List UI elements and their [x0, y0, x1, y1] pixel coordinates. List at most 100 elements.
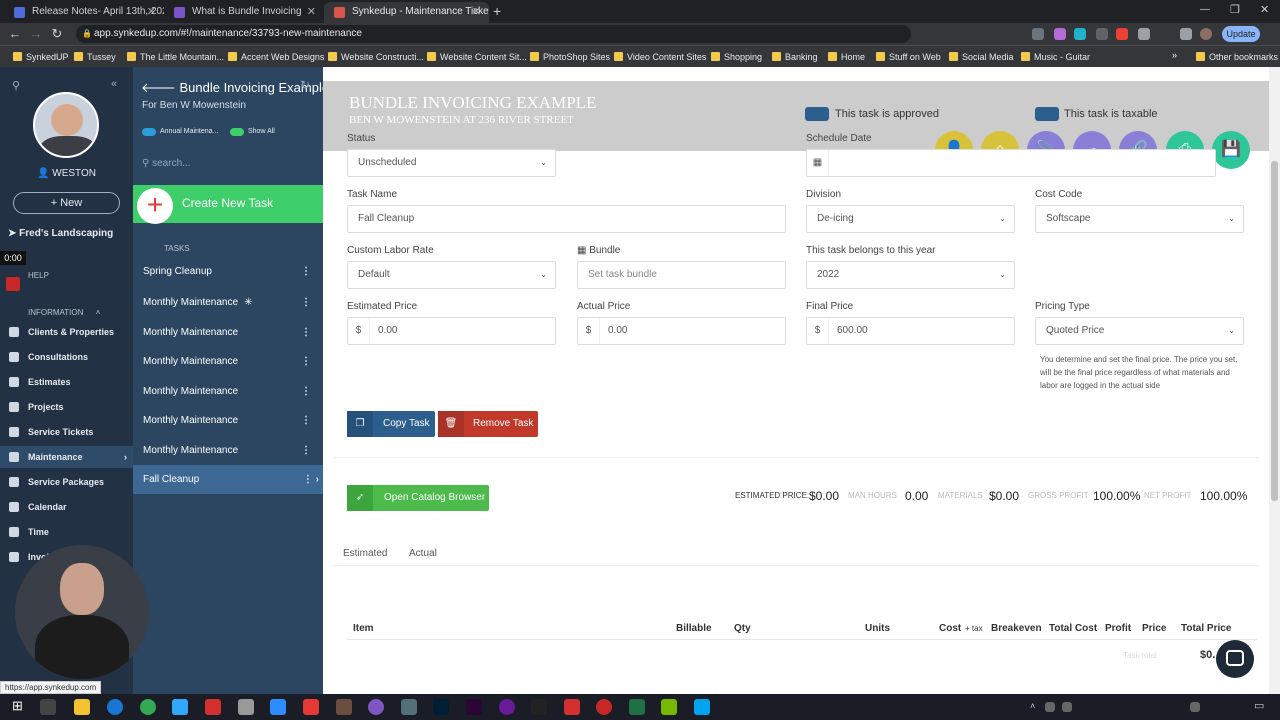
labor-rate-select[interactable]: Default ⌄ — [347, 261, 556, 289]
back-icon[interactable]: ← — [6, 25, 24, 43]
search-icon[interactable]: ⚲ — [12, 79, 20, 92]
lightroom-icon[interactable] — [172, 699, 188, 715]
remove-task-button[interactable]: 🗑 Remove Task — [438, 411, 538, 437]
task-menu-icon[interactable]: ⋮ — [301, 436, 311, 465]
bookmark-item[interactable]: Music - Guitar — [1021, 50, 1090, 64]
task-menu-icon[interactable]: ⋮ — [301, 257, 311, 286]
sidebar-item-service-packages[interactable]: Service Packages — [0, 471, 133, 493]
chat-button[interactable] — [1216, 640, 1254, 678]
approved-toggle[interactable] — [805, 107, 829, 121]
cost-code-select[interactable]: Softscape ⌄ — [1035, 205, 1244, 233]
bookmark-item[interactable]: Tussey — [74, 50, 116, 64]
task-menu-icon[interactable]: ⋮ — [301, 377, 311, 406]
sidebar-item-calendar[interactable]: Calendar — [0, 496, 133, 518]
actual-price-input[interactable]: $0.00 — [577, 317, 786, 345]
company-link[interactable]: ➤ Fred's Landscaping — [8, 228, 113, 239]
task-menu-icon[interactable]: ⋮ — [301, 288, 311, 317]
app-icon[interactable] — [205, 699, 221, 715]
update-button[interactable]: Update — [1222, 26, 1260, 42]
new-tab-button[interactable]: + — [493, 3, 501, 19]
information-heading[interactable]: INFORMATION ˄ — [28, 308, 100, 317]
app-icon[interactable] — [238, 699, 254, 715]
sidepanel-icon[interactable] — [1180, 28, 1192, 40]
open-catalog-button[interactable]: ➶ Open Catalog Browser — [347, 485, 489, 511]
scrollbar-thumb[interactable] — [1271, 161, 1278, 501]
tab-estimated[interactable]: Estimated — [343, 548, 387, 559]
tray-icon[interactable] — [1045, 702, 1055, 712]
minimize-icon[interactable]: — — [1200, 4, 1210, 15]
forward-icon[interactable]: → — [27, 25, 45, 43]
notification-icon[interactable]: ▭ — [1254, 699, 1264, 712]
year-select[interactable]: 2022 ⌄ — [806, 261, 1015, 289]
help-heading[interactable]: HELP — [28, 271, 49, 280]
status-select[interactable]: Unscheduled ⌄ — [347, 149, 556, 177]
tab-actual[interactable]: Actual — [409, 548, 437, 559]
save-button[interactable]: 💾 — [1212, 131, 1250, 169]
bookmark-item[interactable]: Social Media — [949, 50, 1014, 64]
task-item[interactable]: Monthly Maintenance ⋮ — [133, 377, 323, 406]
close-window-icon[interactable]: ✕ — [1260, 3, 1269, 16]
bookmark-item[interactable]: Shopping — [711, 50, 762, 64]
bookmark-item[interactable]: SynkedUP — [13, 50, 69, 64]
bookmark-item[interactable]: Website Constructi... — [328, 50, 424, 64]
puzzle-icon[interactable] — [1138, 28, 1150, 40]
file-explorer-icon[interactable] — [74, 699, 90, 715]
timer-stop-icon[interactable] — [6, 277, 20, 291]
new-button[interactable]: + New — [13, 192, 120, 214]
task-item[interactable]: Monthly Maintenance ⋮ — [133, 406, 323, 435]
task-item[interactable]: Monthly Maintenance ✳ ⋮ — [133, 288, 323, 317]
task-menu-icon[interactable]: ⋮ — [301, 406, 311, 435]
pricing-type-select[interactable]: Quoted Price ⌄ — [1035, 317, 1244, 345]
tray-chevron-icon[interactable]: ˄ — [1030, 701, 1035, 711]
powerpoint-icon[interactable] — [596, 699, 612, 715]
bundle-input[interactable]: Set task bundle — [577, 261, 786, 289]
premiere-icon[interactable] — [466, 699, 482, 715]
tab-close-icon[interactable]: ✕ — [307, 2, 316, 22]
chrome-icon[interactable] — [107, 699, 123, 715]
tab-close-icon[interactable]: ✕ — [147, 2, 156, 22]
taxable-toggle[interactable] — [1035, 107, 1059, 121]
task-menu-icon[interactable]: ⋮ — [301, 347, 311, 376]
tab-close-icon[interactable]: ✕ — [472, 2, 481, 22]
bookmark-item[interactable]: Home — [828, 50, 865, 64]
other-bookmarks[interactable]: Other bookmarks — [1196, 50, 1278, 64]
refresh-icon[interactable]: ↻ — [300, 78, 310, 92]
app-icon[interactable] — [336, 699, 352, 715]
copy-task-button[interactable]: ❐ Copy Task — [347, 411, 435, 437]
toggle-annual-switch[interactable] — [142, 128, 156, 136]
app-icon[interactable] — [694, 699, 710, 715]
calculator-icon[interactable] — [401, 699, 417, 715]
chrome-icon[interactable] — [140, 699, 156, 715]
extension-icon[interactable] — [1032, 28, 1044, 40]
app-icon[interactable] — [499, 699, 515, 715]
app-icon[interactable] — [531, 699, 547, 715]
task-item[interactable]: Spring Cleanup ⋮ — [133, 257, 323, 286]
toggle-show-all-switch[interactable] — [230, 128, 244, 136]
sidebar-item-clients[interactable]: Clients & Properties — [0, 321, 133, 343]
sidebar-item-estimates[interactable]: Estimates — [0, 371, 133, 393]
volume-icon[interactable] — [1190, 702, 1200, 712]
sidebar-item-consultations[interactable]: Consultations — [0, 346, 133, 368]
sidebar-item-projects[interactable]: Projects — [0, 396, 133, 418]
estimated-price-input[interactable]: $0.00 — [347, 317, 556, 345]
task-item[interactable]: Monthly Maintenance ⋮ — [133, 318, 323, 347]
bookmark-item[interactable]: Stuff on Web — [876, 50, 941, 64]
sidebar-item-maintenance[interactable]: Maintenance › — [0, 446, 133, 468]
app-icon[interactable] — [303, 699, 319, 715]
extension-icon[interactable] — [1054, 28, 1066, 40]
avatar[interactable] — [33, 92, 99, 158]
bookmark-item[interactable]: PhotoShop Sites — [530, 50, 610, 64]
division-select[interactable]: De-icing ⌄ — [806, 205, 1015, 233]
bookmark-item[interactable]: Banking — [772, 50, 818, 64]
extension-icon[interactable] — [1116, 28, 1128, 40]
vimeo-icon[interactable] — [1074, 28, 1086, 40]
bookmark-item[interactable]: Accent Web Designs — [228, 50, 324, 64]
schedule-date-input[interactable]: ▦ — [806, 149, 1216, 177]
nvidia-icon[interactable] — [661, 699, 677, 715]
reload-icon[interactable]: ↻ — [48, 25, 66, 43]
task-item[interactable]: Monthly Maintenance ⋮ — [133, 347, 323, 376]
sidebar-item-time[interactable]: Time — [0, 521, 133, 543]
task-name-input[interactable]: Fall Cleanup — [347, 205, 786, 233]
bookmark-item[interactable]: The Little Mountain... — [127, 50, 224, 64]
acrobat-icon[interactable] — [564, 699, 580, 715]
